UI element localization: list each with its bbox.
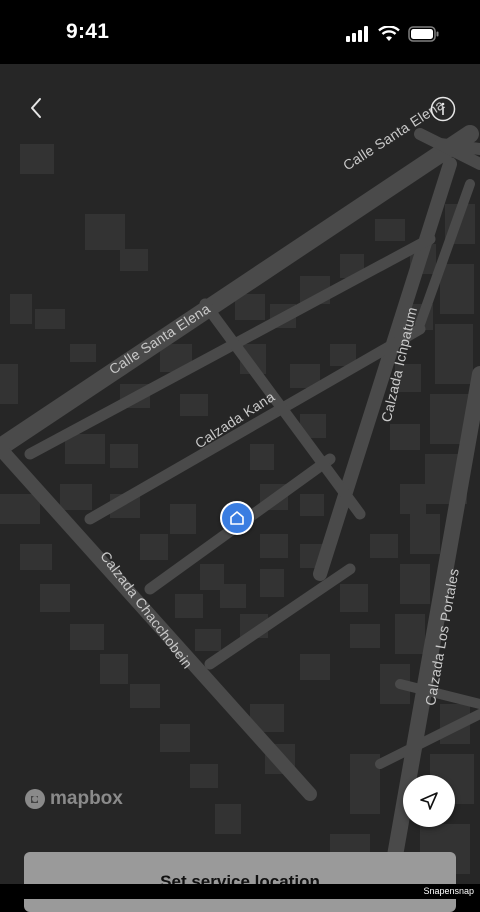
home-icon [230, 511, 244, 525]
info-button[interactable] [430, 96, 456, 122]
status-bar: 9:41 [0, 0, 480, 64]
back-button[interactable] [20, 92, 52, 124]
navigation-arrow-icon [420, 792, 438, 810]
signal-icon [346, 26, 368, 42]
map-roads [0, 125, 480, 884]
home-location-marker[interactable] [220, 501, 254, 535]
wifi-icon [378, 26, 400, 41]
map-view[interactable]: Calle Santa Elena Calle Santa Elena Calz… [0, 64, 480, 884]
mapbox-label: mapbox [50, 788, 123, 809]
status-time: 9:41 [66, 20, 110, 43]
mapbox-attribution[interactable]: mapbox [24, 788, 123, 810]
watermark-text: Snapensnap [423, 886, 474, 896]
chevron-left-icon [31, 98, 41, 118]
mapbox-logo-icon [25, 789, 45, 809]
status-icons [346, 26, 440, 42]
set-service-location-button[interactable]: Set service location [24, 852, 456, 912]
info-icon [430, 96, 456, 122]
battery-icon [408, 26, 439, 42]
watermark-bar: Snapensnap [0, 884, 480, 899]
locate-me-button[interactable] [403, 775, 455, 827]
